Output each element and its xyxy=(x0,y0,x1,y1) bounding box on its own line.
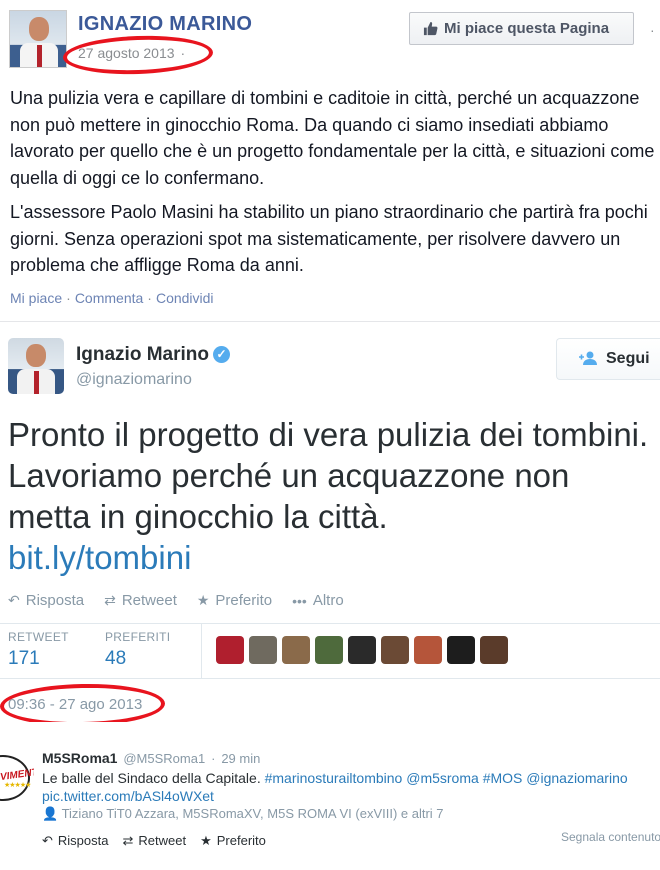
post-paragraph: L'assessore Paolo Masini ha stabilito un… xyxy=(10,202,648,275)
favoriter-avatar[interactable] xyxy=(414,636,442,664)
post-body: Una pulizia vera e capillare di tombini … xyxy=(10,85,655,279)
pic-link-line: pic.twitter.com/bASl4oWXet xyxy=(42,788,214,804)
star-icon: ★ xyxy=(200,833,212,848)
reply-time[interactable]: 29 min xyxy=(221,751,260,766)
tweet-avatar[interactable] xyxy=(8,338,64,394)
reply-tweet: VIMENTO ★★★★★ M5SRoma1 @M5SRoma1 · 29 mi… xyxy=(0,742,660,870)
retweeted-by-text[interactable]: Tiziano TiT0 Azzara, M5SRomaXV, M5S ROMA… xyxy=(62,806,444,821)
retweet-button[interactable]: ⇄ Retweet xyxy=(104,592,177,609)
tweet-text: Pronto il progetto di vera pulizia dei t… xyxy=(8,414,658,578)
display-name-text[interactable]: Ignazio Marino xyxy=(76,344,209,365)
retweet-stat[interactable]: RETWEET 171 xyxy=(8,630,69,670)
reply-icon: ↶ xyxy=(42,833,53,848)
reply-text-body: Le balle del Sindaco della Capitale. xyxy=(42,770,261,786)
favoriter-avatar[interactable] xyxy=(282,636,310,664)
tweet-display-name[interactable]: Ignazio Marino ✓ xyxy=(76,344,230,366)
retweet-label: Retweet xyxy=(138,833,187,848)
favorite-label: Preferito xyxy=(215,592,273,609)
red-annotation-circle xyxy=(62,33,214,77)
hashtag-link[interactable]: #MOS xyxy=(483,770,523,786)
favoriter-avatar[interactable] xyxy=(348,636,376,664)
retweet-stat-label: RETWEET xyxy=(8,630,69,644)
more-options-icon[interactable]: · xyxy=(650,22,655,38)
thumbs-up-icon xyxy=(422,21,438,37)
star-icon: ★ xyxy=(196,592,210,608)
divider xyxy=(0,678,660,679)
favoriter-avatar[interactable] xyxy=(249,636,277,664)
like-page-label: Mi piace questa Pagina xyxy=(444,20,610,37)
reply-label: Risposta xyxy=(57,833,109,848)
favoriter-avatar[interactable] xyxy=(216,636,244,664)
retweet-icon: ⇄ xyxy=(122,833,134,848)
tweet-body: Pronto il progetto di vera pulizia dei t… xyxy=(8,416,649,535)
reply-actions: ↶ Risposta ⇄ Retweet ★ Preferito xyxy=(42,833,266,849)
post-paragraph: Una pulizia vera e capillare di tombini … xyxy=(10,88,655,188)
favoriter-avatar[interactable] xyxy=(315,636,343,664)
reply-header: M5SRoma1 @M5SRoma1 · 29 min xyxy=(42,750,260,766)
ellipsis-icon: ••• xyxy=(292,592,307,609)
retweeted-by: 👤 Tiziano TiT0 Azzara, M5SRomaXV, M5S RO… xyxy=(42,806,444,822)
tweet-stats: RETWEET 171 PREFERITI 48 xyxy=(0,624,660,678)
profile-avatar[interactable] xyxy=(9,10,67,68)
reply-handle[interactable]: @M5SRoma1 xyxy=(123,751,205,766)
reply-separator: · xyxy=(211,751,216,766)
favoriter-avatar[interactable] xyxy=(381,636,409,664)
favorites-stat-label: PREFERITI xyxy=(105,630,171,644)
favoriter-avatar[interactable] xyxy=(447,636,475,664)
separator-band xyxy=(0,722,660,742)
reply-icon: ↶ xyxy=(8,592,20,608)
mention-link[interactable]: @m5sroma xyxy=(406,770,479,786)
reply-display-name[interactable]: M5SRoma1 xyxy=(42,750,117,766)
verified-icon: ✓ xyxy=(213,346,230,363)
tweet-handle[interactable]: @ignaziomarino xyxy=(76,371,192,389)
stat-divider xyxy=(201,624,202,678)
report-link[interactable]: Segnala contenuto xyxy=(561,830,660,844)
follow-button[interactable]: Segui xyxy=(556,338,660,380)
more-label: Altro xyxy=(312,592,344,609)
retweet-button[interactable]: ⇄ Retweet xyxy=(122,833,186,849)
stars-icon: ★★★★★ xyxy=(4,782,31,789)
tweet-card: Ignazio Marino ✓ @ignaziomarino Segui Pro… xyxy=(0,330,660,728)
post-actions: Mi piace · Commenta · Condividi xyxy=(10,290,214,306)
action-separator: · xyxy=(147,290,152,306)
retweet-icon: ⇄ xyxy=(104,592,116,608)
favorites-count: 48 xyxy=(105,648,127,669)
facebook-post: IGNAZIO MARINO 27 agosto 2013 · Mi piace … xyxy=(0,0,660,322)
tweet-actions: ↶ Risposta ⇄ Retweet ★ Preferito ••• Altro xyxy=(8,592,344,609)
reply-text: Le balle del Sindaco della Capitale. #ma… xyxy=(42,770,628,786)
follow-label: Segui xyxy=(606,350,650,367)
tweet-link[interactable]: bit.ly/tombini xyxy=(8,539,191,576)
pic-link[interactable]: pic.twitter.com/bASl4oWXet xyxy=(42,788,214,804)
reply-button[interactable]: ↶ Risposta xyxy=(42,833,108,849)
user-icon: 👤 xyxy=(42,806,59,821)
favorites-stat[interactable]: PREFERITI 48 xyxy=(105,630,170,670)
like-link[interactable]: Mi piace xyxy=(10,290,62,306)
action-separator: · xyxy=(66,290,71,306)
favorite-label: Preferito xyxy=(216,833,266,848)
like-page-button[interactable]: Mi piace questa Pagina xyxy=(409,12,634,45)
retweet-label: Retweet xyxy=(121,592,177,609)
mention-link[interactable]: @ignaziomarino xyxy=(526,770,627,786)
favoriter-avatars xyxy=(216,636,508,664)
red-annotation-circle xyxy=(0,682,166,728)
reply-button[interactable]: ↶ Risposta xyxy=(8,592,84,609)
share-link[interactable]: Condividi xyxy=(156,290,214,306)
retweet-count: 171 xyxy=(8,648,40,669)
reply-label: Risposta xyxy=(25,592,85,609)
favorite-button[interactable]: ★ Preferito xyxy=(200,833,266,849)
favorite-button[interactable]: ★ Preferito xyxy=(197,592,272,609)
hashtag-link[interactable]: #marinosturailtombino xyxy=(265,770,403,786)
m5s-logo-avatar[interactable]: VIMENTO ★★★★★ xyxy=(0,749,34,807)
more-button[interactable]: ••• Altro xyxy=(292,592,344,609)
favoriter-avatar[interactable] xyxy=(480,636,508,664)
comment-link[interactable]: Commenta xyxy=(75,290,143,306)
add-user-icon xyxy=(579,351,598,368)
page-name[interactable]: IGNAZIO MARINO xyxy=(78,13,252,36)
